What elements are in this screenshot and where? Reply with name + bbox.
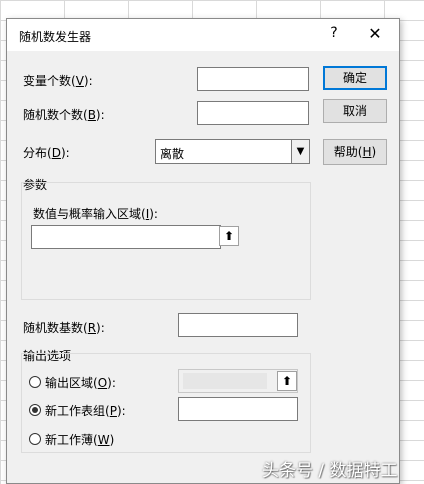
seed-input[interactable] [178, 313, 298, 337]
collapse-dialog-icon[interactable]: ⬆ [219, 226, 239, 246]
num-random-input[interactable] [197, 101, 309, 125]
distribution-value: 离散 [160, 147, 185, 161]
help-question-icon[interactable]: ? [326, 25, 342, 41]
dialog-title: 随机数发生器 [19, 30, 92, 44]
distribution-label: 分布(D): [23, 146, 70, 160]
range-label: 数值与概率输入区域(I): [33, 207, 158, 221]
chevron-down-icon[interactable]: ▼ [291, 140, 309, 163]
num-random-label: 随机数个数(B): [23, 108, 105, 122]
random-number-generator-dialog: 随机数发生器 ? ✕ 变量个数(V): 随机数个数(B): 分布(D): 离散 … [6, 18, 400, 484]
new-workbook-label[interactable]: 新工作薄(W) [45, 431, 114, 448]
num-variables-label: 变量个数(V): [23, 74, 93, 88]
seed-label: 随机数基数(R): [23, 321, 105, 335]
distribution-select[interactable]: 离散 ▼ [155, 139, 310, 164]
num-variables-input[interactable] [197, 67, 309, 91]
ok-button[interactable]: 确定 [323, 66, 387, 90]
close-icon[interactable]: ✕ [365, 24, 385, 43]
help-button[interactable]: 帮助(H) [323, 139, 387, 165]
range-input[interactable] [31, 225, 221, 249]
new-worksheet-label[interactable]: 新工作表组(P): [45, 402, 126, 419]
new-worksheet-input[interactable] [178, 397, 298, 421]
watermark: 头条号 / 数据特工 [262, 461, 398, 481]
new-worksheet-radio[interactable] [29, 404, 41, 416]
cancel-button[interactable]: 取消 [323, 99, 387, 123]
new-workbook-radio[interactable] [29, 433, 41, 445]
collapse-dialog-icon[interactable]: ⬆ [277, 371, 297, 391]
output-range-radio[interactable] [29, 376, 41, 388]
output-range-label[interactable]: 输出区域(O): [45, 374, 116, 391]
title-bar: 随机数发生器 ? ✕ [7, 19, 399, 51]
